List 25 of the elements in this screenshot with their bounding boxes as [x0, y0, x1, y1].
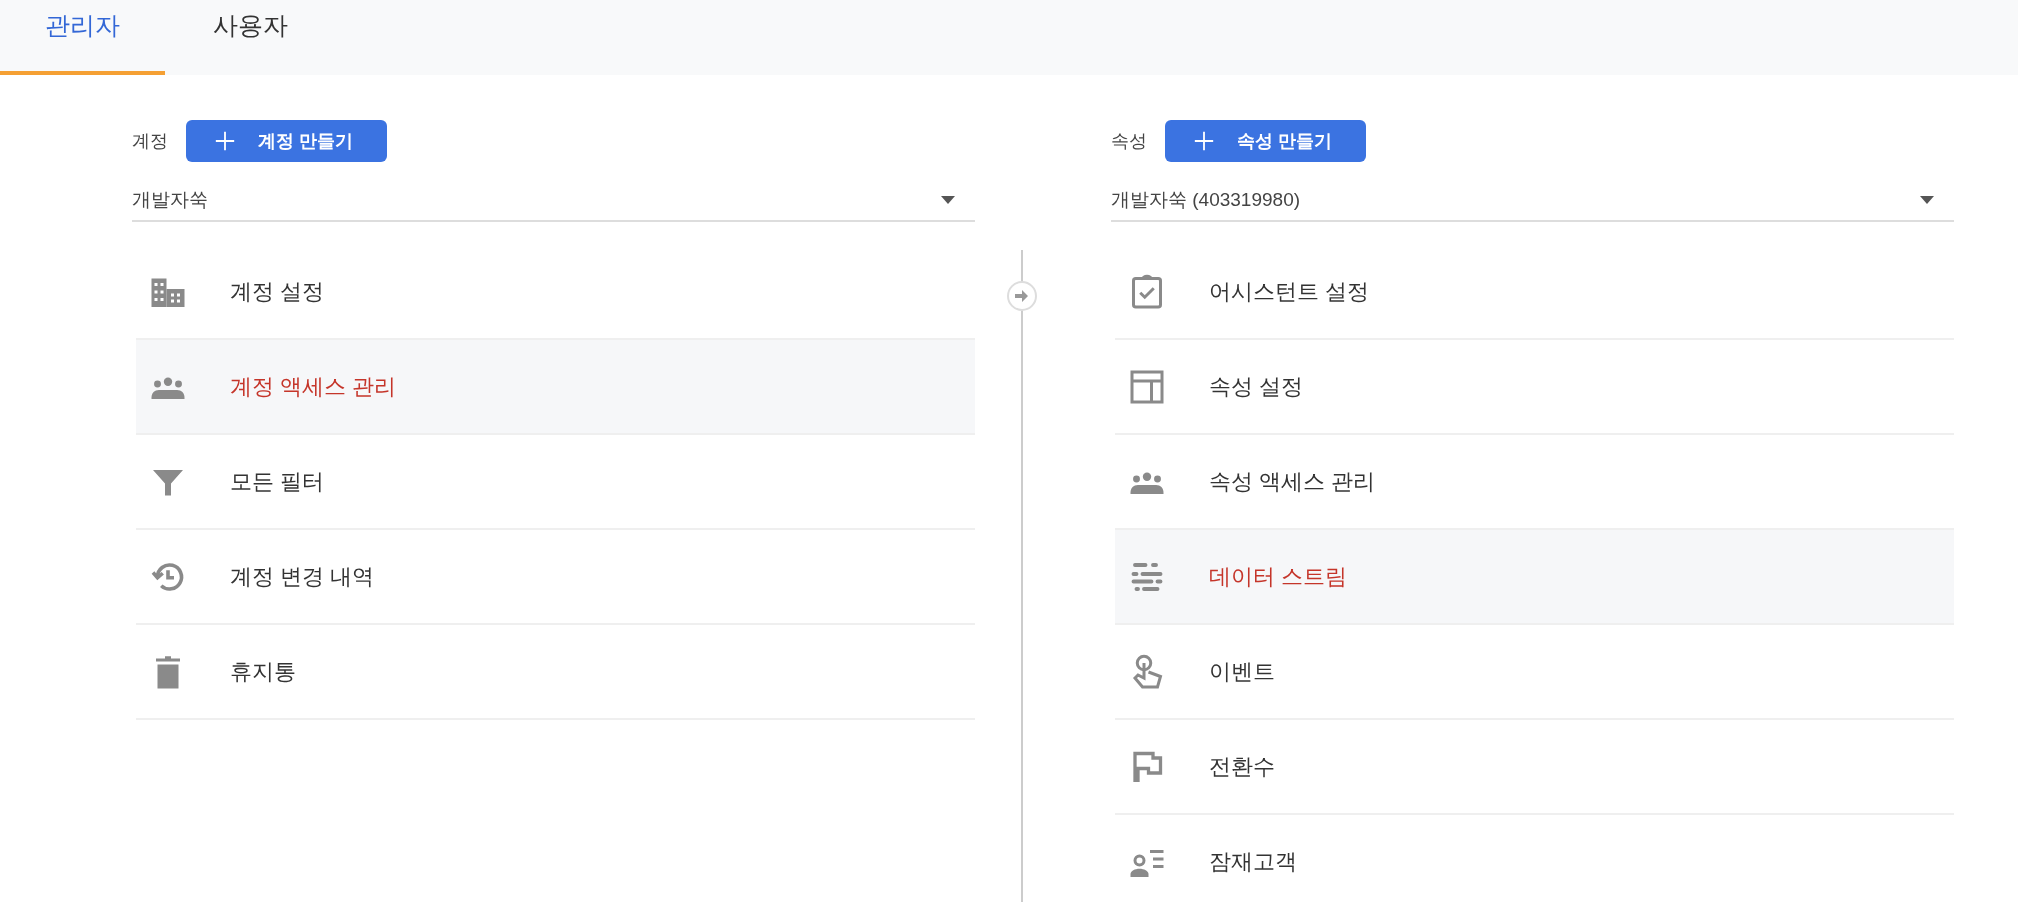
- column-label: 계정: [132, 130, 168, 153]
- menu-item[interactable]: 계정 변경 내역: [136, 530, 975, 625]
- layout-icon: [1129, 368, 1165, 405]
- clipboard-check-icon: [1129, 273, 1165, 310]
- menu-item[interactable]: 계정 액세스 관리: [136, 340, 975, 435]
- menu-item[interactable]: 어시스턴트 설정: [1115, 245, 1954, 340]
- plus-icon: [214, 130, 236, 152]
- menu-item[interactable]: 데이터 스트림: [1115, 530, 1954, 625]
- menu-item[interactable]: 전환수: [1115, 720, 1954, 815]
- tab[interactable]: 사용자: [165, 0, 315, 75]
- column-label: 속성: [1111, 130, 1147, 153]
- menu-item[interactable]: 모든 필터: [136, 435, 975, 530]
- tab[interactable]: 관리자: [0, 0, 165, 75]
- create-button[interactable]: 속성 만들기: [1165, 120, 1366, 162]
- dropdown-select[interactable]: 개발자쑥: [132, 180, 975, 222]
- create-button[interactable]: 계정 만들기: [186, 120, 387, 162]
- menu-item[interactable]: 속성 설정: [1115, 340, 1954, 435]
- menu-item[interactable]: 이벤트: [1115, 625, 1954, 720]
- arrow-circle-icon[interactable]: [1006, 280, 1038, 312]
- caret-icon: [941, 196, 955, 204]
- menu-item[interactable]: 휴지통: [136, 625, 975, 720]
- dropdown-select[interactable]: 개발자쑥 (403319980): [1111, 180, 1954, 222]
- caret-icon: [1920, 196, 1934, 204]
- menu-item[interactable]: 잠재고객: [1115, 815, 1954, 902]
- plus-icon: [1193, 130, 1215, 152]
